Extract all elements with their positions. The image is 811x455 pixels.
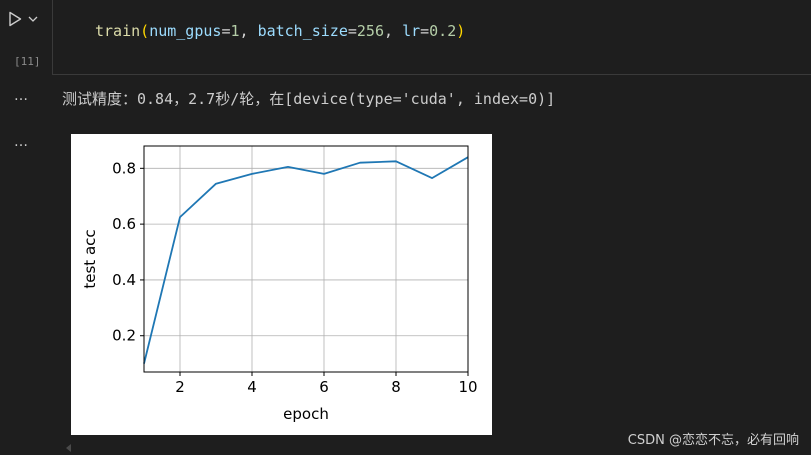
line-chart: 2 4 6 8 10 0.2 0.4 0.6 0.8 epoch test acc	[81, 145, 478, 423]
x-axis-label: epoch	[283, 405, 329, 423]
watermark: CSDN @恋恋不忘，必有回响	[627, 433, 799, 448]
code-param-lr: lr	[402, 22, 421, 40]
code-paren-close: )	[456, 22, 466, 40]
code-value-lr: 0.2	[429, 22, 457, 40]
chevron-down-icon[interactable]	[28, 15, 38, 23]
x-tick-label: 6	[319, 378, 329, 396]
play-icon[interactable]	[8, 11, 22, 27]
code-param-batch-size: batch_size	[257, 22, 348, 40]
code-line[interactable]: train(num_gpus=1, batch_size=256, lr=0.2…	[95, 22, 465, 40]
chart-figure: 2 4 6 8 10 0.2 0.4 0.6 0.8 epoch test acc	[71, 134, 492, 435]
plot-frame	[143, 145, 469, 373]
x-tick-label: 8	[391, 378, 401, 396]
text-output: 测试精度：0.84，2.7秒/轮，在[device(type='cuda', i…	[62, 90, 556, 108]
x-tick-label: 2	[175, 378, 185, 396]
x-tick-label: 10	[458, 378, 477, 396]
series-line	[143, 156, 469, 364]
x-tick-label: 4	[247, 378, 257, 396]
code-cell-editor[interactable]: train(num_gpus=1, batch_size=256, lr=0.2…	[52, 0, 811, 75]
run-cell-button[interactable]	[8, 8, 48, 30]
execution-count: [11]	[14, 55, 41, 68]
code-function-name: train	[95, 22, 141, 40]
code-comma: ,	[239, 22, 258, 40]
code-value-num-gpus: 1	[230, 22, 240, 40]
output-more-actions-icon[interactable]: …	[14, 88, 29, 104]
y-tick-label: 0.4	[112, 271, 136, 289]
scroll-left-icon[interactable]	[66, 444, 71, 452]
y-tick-label: 0.8	[112, 159, 136, 177]
code-value-batch-size: 256	[356, 22, 384, 40]
output-more-actions-icon[interactable]: …	[14, 134, 29, 150]
y-axis-label: test acc	[81, 229, 99, 288]
y-tick-label: 0.2	[112, 327, 136, 345]
code-comma: ,	[384, 22, 403, 40]
code-paren-open: (	[140, 22, 150, 40]
code-equals: =	[420, 22, 430, 40]
y-tick-label: 0.6	[112, 215, 136, 233]
code-param-num-gpus: num_gpus	[149, 22, 222, 40]
notebook-page: [11] train(num_gpus=1, batch_size=256, l…	[0, 0, 811, 455]
code-equals: =	[347, 22, 357, 40]
